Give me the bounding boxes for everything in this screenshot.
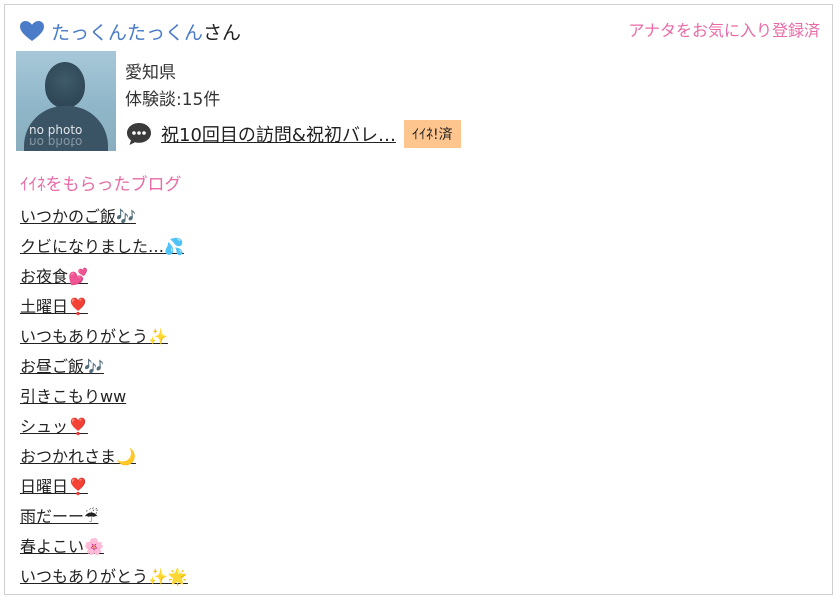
blog-link[interactable]: 日曜日❣️ (20, 477, 88, 496)
blog-link[interactable]: 引きこもりww (20, 387, 126, 406)
list-item: 土曜日❣️ (20, 292, 188, 322)
honorific-suffix: さん (203, 21, 242, 44)
liked-blogs-list: いつかのご飯🎶 クビになりました…💦 お夜食💕 土曜日❣️ いつもありがとう✨ … (20, 202, 188, 592)
blog-link[interactable]: 土曜日❣️ (20, 297, 88, 316)
list-item: 雨だーー☔ (20, 502, 188, 532)
list-item: いつかのご飯🎶 (20, 202, 188, 232)
blog-link[interactable]: 雨だーー☔ (20, 507, 98, 526)
liked-blogs-heading: ｲｲﾈをもらったブログ (20, 175, 182, 195)
blog-link[interactable]: お昼ご飯🎶 (20, 357, 104, 376)
iine-done-badge: ｲｲﾈ!済 (403, 120, 461, 148)
list-item: いつもありがとう✨ (20, 322, 188, 352)
blog-link[interactable]: お夜食💕 (20, 267, 88, 286)
list-item: おつかれさま🌙 (20, 442, 188, 472)
message-row: 祝10回目の訪問&祝初バレ… ｲｲﾈ!済 (125, 120, 461, 148)
blog-link[interactable]: いつもありがとう✨ (20, 327, 168, 346)
blog-link[interactable]: シュッ❣️ (20, 417, 88, 436)
list-item: お夜食💕 (20, 262, 188, 292)
blog-link[interactable]: いつかのご飯🎶 (20, 207, 136, 226)
avatar-silhouette-head (45, 62, 85, 108)
list-item: 引きこもりww (20, 382, 188, 412)
avatar-placeholder-reflection: no photo (29, 135, 83, 149)
blog-link[interactable]: 春よこい🌸 (20, 537, 104, 556)
list-item: お昼ご飯🎶 (20, 352, 188, 382)
avatar[interactable]: no photo no photo (16, 51, 116, 151)
prefecture: 愛知県 (125, 63, 176, 83)
username-link[interactable]: たっくんたっくん (51, 18, 203, 45)
profile-card: たっくんたっくん さん アナタをお気に入り登録済 no photo no pho… (4, 4, 833, 595)
blue-heart-icon (20, 21, 44, 41)
latest-message-link[interactable]: 祝10回目の訪問&祝初バレ… (161, 121, 396, 147)
blog-link[interactable]: クビになりました…💦 (20, 237, 184, 256)
list-item: いつもありがとう✨🌟 (20, 562, 188, 592)
list-item: シュッ❣️ (20, 412, 188, 442)
experience-count: 体験談:15件 (125, 90, 221, 110)
favorite-status-link[interactable]: アナタをお気に入り登録済 (628, 17, 820, 41)
speech-bubble-icon (127, 123, 151, 145)
blog-link[interactable]: いつもありがとう✨🌟 (20, 567, 188, 586)
blog-link[interactable]: おつかれさま🌙 (20, 447, 136, 466)
profile-header: たっくんたっくん さん (19, 17, 241, 45)
list-item: クビになりました…💦 (20, 232, 188, 262)
list-item: 日曜日❣️ (20, 472, 188, 502)
list-item: 春よこい🌸 (20, 532, 188, 562)
